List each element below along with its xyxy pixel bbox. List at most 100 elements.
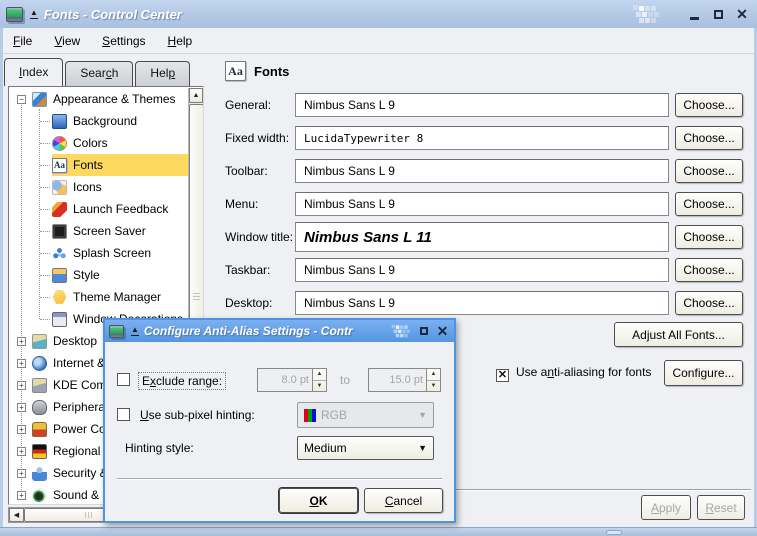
anti-alias-dialog: ▲ Configure Anti-Alias Settings - Contr … xyxy=(103,318,456,523)
choose-taskbar-button[interactable]: Choose... xyxy=(675,258,743,282)
apply-button: Apply xyxy=(641,495,691,520)
range-to-spinbox: 15.0 pt▲▼ xyxy=(368,368,441,392)
sub-pixel-hinting-select: RGB▼ xyxy=(297,402,434,428)
window-title: Fonts - Control Center xyxy=(44,7,633,22)
page-title: Fonts xyxy=(254,64,289,79)
sidebar-item-launch-feedback[interactable]: Launch Feedback xyxy=(9,198,188,220)
use-anti-aliasing-checkbox[interactable]: Use anti-aliasing for fonts xyxy=(496,365,651,382)
fonts-header-icon xyxy=(225,61,246,81)
rgb-stripes-icon xyxy=(304,409,316,422)
window-title-label: Window title: xyxy=(225,230,293,244)
expand-icon[interactable] xyxy=(17,337,26,346)
sidebar-item-splash-screen[interactable]: Splash Screen xyxy=(9,242,188,264)
appearance-icon xyxy=(32,92,47,107)
menu-file[interactable]: File xyxy=(13,34,32,48)
expand-icon[interactable] xyxy=(17,425,26,434)
menubar: File View Settings Help xyxy=(3,28,754,54)
adjust-all-fonts-button[interactable]: Adjust All Fonts... xyxy=(614,322,743,347)
hinting-style-label: Hinting style: xyxy=(125,441,194,455)
resize-grip[interactable] xyxy=(606,530,622,535)
dialog-close-button[interactable]: ✕ xyxy=(435,324,450,339)
exclude-range-checkbox[interactable] xyxy=(117,373,130,386)
expand-icon[interactable] xyxy=(17,469,26,478)
colors-icon xyxy=(52,136,67,151)
sidebar-item-colors[interactable]: Colors xyxy=(9,132,188,154)
sidebar-item-background[interactable]: Background xyxy=(9,110,188,132)
icons-icon xyxy=(52,180,67,195)
minimize-button[interactable] xyxy=(685,5,703,23)
dialog-app-icon xyxy=(109,325,124,338)
titlebar-decoration xyxy=(633,5,679,23)
tab-help[interactable]: Help xyxy=(135,61,190,86)
sidebar-item-fonts[interactable]: Fonts xyxy=(9,154,188,176)
choose-menu-button[interactable]: Choose... xyxy=(675,192,743,216)
menu-help[interactable]: Help xyxy=(168,34,193,48)
expand-icon[interactable] xyxy=(17,403,26,412)
sub-pixel-row: Use sub-pixel hinting: RGB▼ xyxy=(117,402,444,428)
choose-window-title-button[interactable]: Choose... xyxy=(675,225,743,249)
collapse-icon[interactable] xyxy=(17,95,26,104)
ok-button[interactable]: OK xyxy=(279,488,358,513)
desktop-label: Desktop: xyxy=(225,296,272,310)
dialog-titlebar[interactable]: ▲ Configure Anti-Alias Settings - Contr … xyxy=(105,320,454,342)
configure-button[interactable]: Configure... xyxy=(664,360,743,386)
security-icon xyxy=(32,466,47,481)
spinner-arrows-icon: ▲▼ xyxy=(426,369,440,391)
fixed-width-font-preview: LucidaTypewriter 8 xyxy=(295,126,669,150)
window-title-font-preview: Nimbus Sans L 11 xyxy=(295,222,669,252)
scroll-left-icon[interactable]: ◀ xyxy=(9,508,24,522)
screen-saver-icon xyxy=(52,224,67,239)
menu-settings[interactable]: Settings xyxy=(102,34,145,48)
window-decorations-icon xyxy=(52,312,67,327)
sidebar-item-theme-manager[interactable]: Theme Manager xyxy=(9,286,188,308)
exclude-range-label[interactable]: Exclude range: xyxy=(138,372,226,390)
chevron-down-icon: ▼ xyxy=(418,443,427,453)
spinner-arrows-icon: ▲▼ xyxy=(312,369,326,391)
expand-icon[interactable] xyxy=(17,381,26,390)
general-label: General: xyxy=(225,98,271,112)
sub-pixel-label[interactable]: Use sub-pixel hinting: xyxy=(140,408,255,422)
peripherals-icon xyxy=(32,400,47,415)
menu-font-preview: Nimbus Sans L 9 xyxy=(295,192,669,216)
hinting-style-select[interactable]: Medium▼ xyxy=(297,436,434,460)
menu-view[interactable]: View xyxy=(54,34,80,48)
choose-general-button[interactable]: Choose... xyxy=(675,93,743,117)
taskbar-label: Taskbar: xyxy=(225,263,270,277)
reset-button: Reset xyxy=(697,495,745,520)
power-control-icon xyxy=(32,422,47,437)
fonts-icon xyxy=(52,158,67,173)
expand-icon[interactable] xyxy=(17,447,26,456)
tab-bar: Index Search Help xyxy=(4,57,192,86)
background-icon xyxy=(52,114,67,129)
expand-icon[interactable] xyxy=(17,359,26,368)
app-icon xyxy=(6,7,23,22)
sub-pixel-checkbox[interactable] xyxy=(117,408,130,421)
titlebar[interactable]: ▲ Fonts - Control Center ✕ xyxy=(0,0,757,28)
sidebar-item-appearance-themes[interactable]: Appearance & Themes xyxy=(9,88,188,110)
desktop-font-preview: Nimbus Sans L 9 xyxy=(295,291,669,315)
choose-fixed-width-button[interactable]: Choose... xyxy=(675,126,743,150)
dialog-maximize-button[interactable] xyxy=(416,324,431,339)
launch-feedback-icon xyxy=(52,202,67,217)
choose-desktop-button[interactable]: Choose... xyxy=(675,291,743,315)
dialog-title: Configure Anti-Alias Settings - Contr xyxy=(144,324,388,338)
tab-index[interactable]: Index xyxy=(4,58,63,86)
sidebar-item-style[interactable]: Style xyxy=(9,264,188,286)
shade-icon[interactable]: ▲ xyxy=(30,9,38,19)
sidebar-item-screen-saver[interactable]: Screen Saver xyxy=(9,220,188,242)
hinting-style-row: Hinting style: Medium▼ xyxy=(117,436,444,460)
maximize-button[interactable] xyxy=(709,5,727,23)
tab-search[interactable]: Search xyxy=(65,61,133,86)
cancel-button[interactable]: Cancel xyxy=(364,488,443,513)
choose-toolbar-button[interactable]: Choose... xyxy=(675,159,743,183)
sidebar-item-icons[interactable]: Icons xyxy=(9,176,188,198)
expand-icon[interactable] xyxy=(17,491,26,500)
range-from-spinbox: 8.0 pt▲▼ xyxy=(257,368,327,392)
checkbox-checked-icon[interactable] xyxy=(496,369,509,382)
scroll-up-icon[interactable]: ▲ xyxy=(189,88,203,103)
window-border-bottom[interactable] xyxy=(0,527,757,536)
exclude-range-row: Exclude range: 8.0 pt▲▼ to 15.0 pt▲▼ xyxy=(117,368,444,392)
close-button[interactable]: ✕ xyxy=(733,5,751,23)
dialog-shade-icon[interactable]: ▲ xyxy=(131,326,139,336)
internet-icon xyxy=(32,356,47,371)
